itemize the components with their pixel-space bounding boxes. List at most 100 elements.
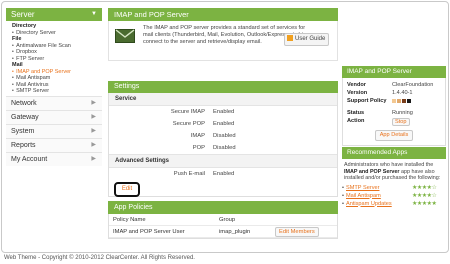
edit-button[interactable]: Edit	[114, 182, 140, 197]
bullet-icon: •	[342, 184, 344, 191]
book-icon	[287, 35, 293, 41]
status-value: Running	[392, 110, 413, 116]
app-info-title: IMAP and POP Server	[342, 66, 446, 78]
sidebar-item-server[interactable]: Server ▼	[6, 8, 102, 21]
bullet-icon: •	[12, 81, 16, 88]
recommended-apps-title: Recommended Apps	[342, 147, 446, 159]
sidebar-subitem-label: Antimalware File Scan	[16, 42, 71, 49]
chevron-right-icon: ▶	[91, 113, 96, 120]
setting-label: Push E-mail	[173, 171, 205, 177]
support-swatch	[407, 99, 411, 103]
chevron-down-icon: ▼	[91, 11, 97, 17]
sidebar-item-label: My Account	[11, 155, 48, 163]
vendor-label: Vendor	[347, 82, 366, 88]
sidebar-item-label: Network	[11, 99, 37, 107]
support-policy-swatches	[392, 99, 412, 105]
policies-table: Policy Name Group IMAP and POP Server Us…	[108, 214, 338, 239]
setting-label: Secure IMAP	[170, 109, 205, 115]
sidebar-subitem-label: Dropbox	[16, 49, 37, 55]
bullet-icon: •	[12, 68, 16, 75]
recommended-app-link[interactable]: Mail Antispam	[346, 193, 381, 199]
setting-row: Push E-mail Enabled	[109, 168, 337, 180]
rating-stars-icon: ★★★★☆	[412, 184, 437, 191]
support-swatch	[402, 99, 406, 103]
setting-value: Disabled	[213, 133, 236, 139]
advanced-settings-heading: Advanced Settings	[109, 154, 337, 168]
setting-value: Enabled	[213, 121, 235, 127]
chevron-right-icon: ▶	[91, 155, 96, 162]
list-item: • SMTP Server ★★★★☆	[342, 184, 446, 192]
version-label: Version	[347, 90, 368, 96]
chevron-right-icon: ▶	[91, 141, 96, 148]
chevron-right-icon: ▶	[91, 127, 96, 134]
setting-value: Enabled	[213, 171, 235, 177]
action-label: Action	[347, 118, 365, 124]
setting-label: Secure POP	[172, 121, 205, 127]
mail-envelope-icon	[115, 29, 135, 48]
setting-label: IMAP	[190, 133, 205, 139]
app-frame: Server ▼ Directory • Directory Server Fi…	[1, 1, 449, 253]
sidebar-subitem-label: IMAP and POP Server	[16, 68, 71, 75]
recommended-app-link[interactable]: Antispam Updates	[346, 201, 392, 207]
sidebar-subitem-label: FTP Server	[16, 55, 45, 62]
bullet-icon: •	[342, 192, 344, 199]
list-item: • Mail Antispam ★★★★☆	[342, 192, 446, 200]
sidebar-item-label: System	[11, 127, 35, 135]
sidebar-item-label: Server	[11, 10, 35, 19]
setting-row: IMAP Disabled	[109, 130, 337, 142]
sidebar-subitem-label: Directory Server	[16, 29, 56, 36]
bullet-icon: •	[12, 49, 16, 55]
vendor-value: ClearFoundation	[392, 82, 434, 88]
table-header: Policy Name Group	[109, 214, 337, 226]
sidebar-subitem-label: Mail Antispam	[16, 75, 51, 81]
column-header-group: Group	[219, 217, 236, 223]
recommended-apps-text: Administrators who have installed the IM…	[342, 159, 446, 184]
bullet-icon: •	[12, 42, 16, 49]
rec-text-pre: Administrators who have installed the	[344, 162, 434, 168]
settings-panel: Service Secure IMAP Enabled Secure POP Ena…	[108, 93, 338, 197]
support-policy-label: Support Policy	[347, 98, 387, 104]
status-label: Status	[347, 110, 365, 116]
app-policies-title: App Policies	[108, 201, 338, 214]
support-swatch	[392, 99, 396, 103]
policy-name-cell: IMAP and POP Server User	[113, 229, 185, 235]
setting-value: Disabled	[213, 145, 236, 151]
sidebar: Server ▼ Directory • Directory Server Fi…	[6, 8, 102, 166]
support-swatch	[397, 99, 401, 103]
sidebar-item-network[interactable]: Network ▶	[6, 95, 102, 110]
setting-label: POP	[192, 145, 205, 151]
service-heading: Service	[109, 93, 337, 106]
table-row: IMAP and POP Server User imap_plugin Edi…	[109, 226, 337, 238]
sidebar-item-label: Gateway	[11, 113, 39, 121]
sidebar-item-system[interactable]: System ▶	[6, 123, 102, 138]
setting-row: Secure IMAP Enabled	[109, 106, 337, 118]
sidebar-subitem-smtp-server[interactable]: • SMTP Server	[6, 88, 102, 95]
sidebar-subitem-label: Mail Antivirus	[16, 81, 49, 88]
rating-stars-icon: ★★★★☆	[412, 192, 437, 199]
sidebar-item-my-account[interactable]: My Account ▶	[6, 151, 102, 166]
user-guide-label: User Guide	[295, 36, 326, 42]
policy-group-cell: imap_plugin	[219, 229, 251, 235]
version-value: 1.4.40-1	[392, 90, 413, 96]
bullet-icon: •	[12, 29, 16, 36]
edit-members-button[interactable]: Edit Members	[275, 227, 319, 237]
sidebar-subitem-label: SMTP Server	[16, 88, 50, 94]
bullet-icon: •	[12, 75, 16, 81]
sidebar-item-gateway[interactable]: Gateway ▶	[6, 109, 102, 124]
recommended-app-link[interactable]: SMTP Server	[346, 185, 379, 191]
rec-text-app: IMAP and POP Server	[344, 168, 400, 175]
bullet-icon: •	[12, 55, 16, 62]
setting-row: Secure POP Enabled	[109, 118, 337, 130]
column-header-policy-name: Policy Name	[113, 217, 146, 223]
footer-copyright: Web Theme - Copyright © 2010-2012 ClearC…	[4, 255, 195, 261]
user-guide-button[interactable]: User Guide	[284, 33, 330, 46]
setting-row: POP Disabled	[109, 142, 337, 154]
list-item: • Antispam Updates ★★★★★	[342, 200, 446, 208]
sidebar-item-reports[interactable]: Reports ▶	[6, 137, 102, 152]
sidebar-item-label: Reports	[11, 141, 36, 149]
app-info-panel: IMAP and POP Server Vendor ClearFoundatio…	[342, 66, 446, 208]
rating-stars-icon: ★★★★★	[412, 200, 437, 207]
stop-button[interactable]: Stop	[392, 118, 410, 126]
setting-value: Enabled	[213, 109, 235, 115]
app-details-button[interactable]: App Details	[375, 130, 413, 141]
